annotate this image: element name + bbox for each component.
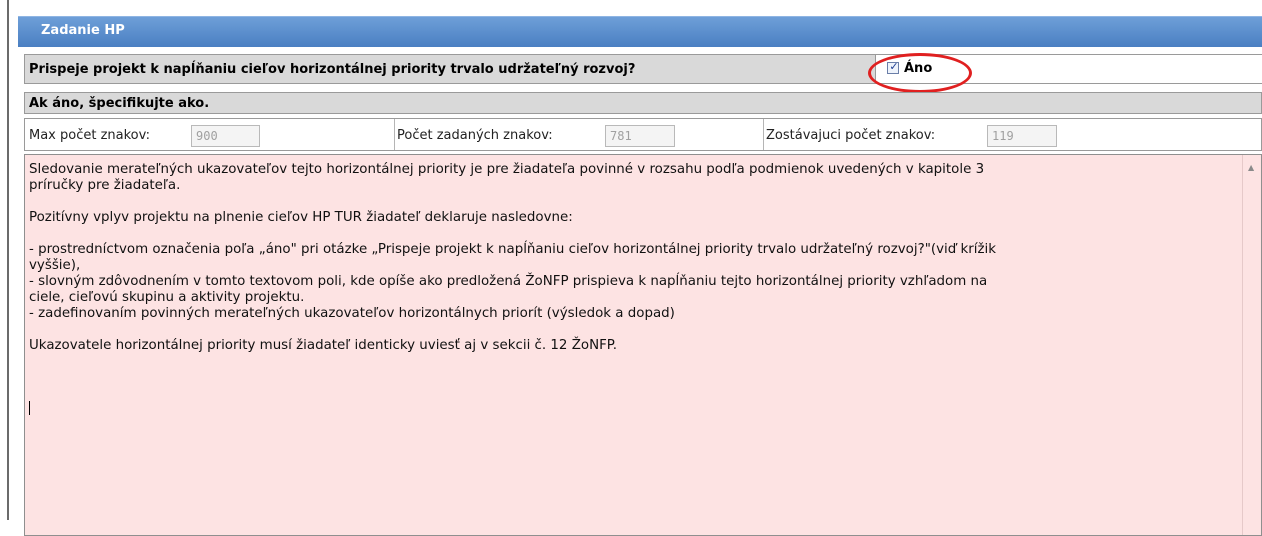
- question-label: Prispeje projekt k napĺňaniu cieľov hori…: [29, 62, 636, 77]
- textarea-line: - slovným zdôvodnením v tomto textovom p…: [29, 274, 988, 289]
- textarea-paragraph: Ukazovatele horizontálnej priority musí …: [29, 338, 1214, 354]
- hp-panel: Zadanie HP Prispeje projekt k napĺňaniu …: [18, 16, 1262, 536]
- counts-row: Max počet znakov: 900 Počet zadaných zna…: [24, 118, 1262, 151]
- textarea-line: Pozitívny vplyv projektu na plnenie cieľ…: [29, 210, 573, 225]
- scroll-up-arrow-icon[interactable]: ▲: [1248, 163, 1254, 172]
- textarea-line: vyššie),: [29, 258, 81, 273]
- remaining-count-label: Zostávajuci počet znakov:: [766, 128, 936, 143]
- max-count-field[interactable]: 900: [191, 125, 260, 147]
- textarea-line: Sledovanie merateľných ukazovateľov tejt…: [29, 162, 985, 177]
- max-count-label: Max počet znakov:: [29, 128, 150, 143]
- left-border-line: [7, 0, 9, 520]
- specify-row: Ak áno, špecifikujte ako.: [24, 92, 1262, 114]
- textarea-line: - prostredníctvom označenia poľa „áno" p…: [29, 242, 996, 257]
- textarea-line: - zadefinovaním povinných merateľných uk…: [29, 306, 675, 321]
- panel-header: Zadanie HP: [18, 16, 1262, 47]
- textarea-paragraph: Pozitívny vplyv projektu na plnenie cieľ…: [29, 210, 1214, 226]
- scrollbar[interactable]: ▲: [1242, 155, 1261, 535]
- text-caret: [29, 401, 30, 415]
- specify-label: Ak áno, špecifikujte ako.: [29, 96, 210, 111]
- highlight-circle: [868, 53, 972, 93]
- counts-divider: [394, 119, 395, 150]
- textarea-line: ciele, cieľovú skupinu a aktivity projek…: [29, 290, 305, 305]
- counts-divider: [763, 119, 764, 150]
- textarea-content: Sledovanie merateľných ukazovateľov tejt…: [29, 162, 1214, 370]
- panel-title: Zadanie HP: [41, 23, 125, 38]
- textarea-line: príručky pre žiadateľa.: [29, 178, 181, 193]
- textarea-paragraph: Sledovanie merateľných ukazovateľov tejt…: [29, 162, 1214, 194]
- entered-count-field[interactable]: 781: [605, 125, 675, 147]
- textarea-paragraph: - prostredníctvom označenia poľa „áno" p…: [29, 242, 1214, 322]
- remaining-count-field[interactable]: 119: [987, 125, 1057, 147]
- textarea-line: Ukazovatele horizontálnej priority musí …: [29, 338, 618, 353]
- entered-count-label: Počet zadaných znakov:: [397, 128, 553, 143]
- question-row: Prispeje projekt k napĺňaniu cieľov hori…: [24, 54, 1262, 84]
- description-textarea[interactable]: Sledovanie merateľných ukazovateľov tejt…: [24, 154, 1262, 536]
